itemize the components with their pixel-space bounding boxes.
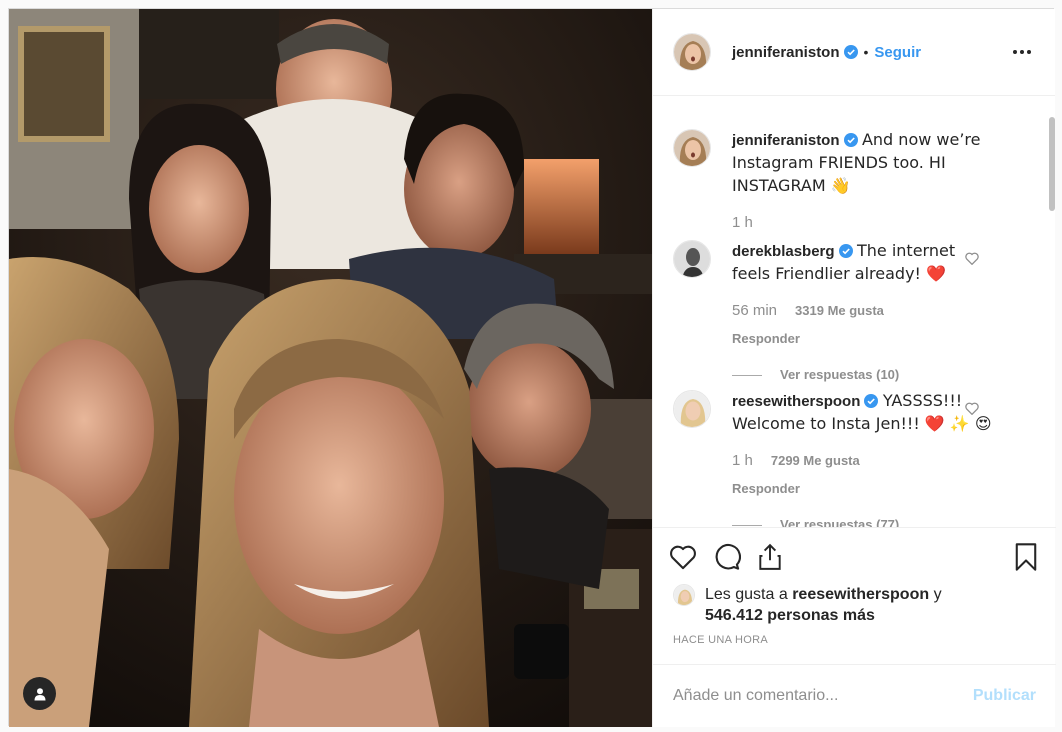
comment-icon[interactable] xyxy=(713,543,741,571)
view-replies-button[interactable]: Ver respuestas (10) xyxy=(732,364,997,386)
share-icon[interactable] xyxy=(757,543,783,571)
publish-button[interactable]: Publicar xyxy=(973,687,1036,705)
verified-badge-icon xyxy=(843,45,858,59)
commenter-avatar[interactable] xyxy=(673,240,711,278)
comment-like-icon[interactable] xyxy=(965,252,979,265)
comment-likes[interactable]: 3319 Me gusta xyxy=(795,300,884,322)
verified-badge-icon xyxy=(843,133,858,147)
view-replies-button[interactable]: Ver respuestas (77) xyxy=(732,514,997,527)
commenter-username[interactable]: derekblasberg xyxy=(732,243,835,260)
action-bar xyxy=(669,540,1038,574)
author-username[interactable]: jenniferaniston xyxy=(732,44,840,61)
commenter-username[interactable]: reesewitherspoon xyxy=(732,393,860,410)
heart-icon[interactable] xyxy=(669,544,697,570)
comment-time[interactable]: 56 min xyxy=(732,300,777,322)
likes-prefix: Les gusta a xyxy=(705,586,788,603)
selfie-image xyxy=(9,9,652,727)
header-separator: • xyxy=(863,44,869,60)
scrollbar-thumb[interactable] xyxy=(1049,117,1055,211)
liker-username[interactable]: reesewitherspoon xyxy=(792,586,929,603)
view-replies-label: Ver respuestas (10) xyxy=(780,367,900,382)
commenter-avatar[interactable] xyxy=(673,390,711,428)
comment-likes[interactable]: 7299 Me gusta xyxy=(771,450,860,472)
post-actions-section: Les gusta a reesewitherspoon y 546.412 p… xyxy=(653,527,1056,664)
caption-username[interactable]: jenniferaniston xyxy=(732,132,840,149)
comment-input[interactable] xyxy=(673,687,973,705)
caption-time[interactable]: 1 h xyxy=(732,212,753,234)
post-side-panel: jenniferaniston • Seguir jenniferaniston… xyxy=(652,9,1056,727)
bookmark-icon[interactable] xyxy=(1014,542,1038,572)
likes-summary: Les gusta a reesewitherspoon y 546.412 p… xyxy=(673,584,942,626)
tagged-users-button[interactable] xyxy=(23,677,56,710)
verified-badge-icon xyxy=(838,244,853,258)
comments-scrollbar[interactable] xyxy=(1048,97,1056,527)
reply-button[interactable]: Responder xyxy=(732,328,997,350)
liker-avatar[interactable] xyxy=(673,584,695,606)
caption-avatar[interactable] xyxy=(673,129,711,167)
comments-list[interactable]: jenniferaniston And now we’re Instagram … xyxy=(653,97,1056,527)
likes-others[interactable]: 546.412 personas más xyxy=(705,607,875,624)
comment-time[interactable]: 1 h xyxy=(732,450,753,472)
user-tag-icon xyxy=(34,687,45,700)
caption-item: jenniferaniston And now we’re Instagram … xyxy=(673,129,1013,234)
follow-button[interactable]: Seguir xyxy=(874,44,921,61)
divider xyxy=(732,374,762,376)
view-replies-label: Ver respuestas (77) xyxy=(780,517,900,527)
author-avatar[interactable] xyxy=(673,33,711,71)
divider xyxy=(732,524,762,526)
comment-item: reesewitherspoon YASSSS!!! Welcome to In… xyxy=(673,390,1013,527)
comment-item: derekblasberg The internet feels Friendl… xyxy=(673,240,1013,386)
post-header: jenniferaniston • Seguir xyxy=(653,9,1055,96)
more-options-icon[interactable] xyxy=(1009,46,1035,58)
comment-like-icon[interactable] xyxy=(965,402,979,415)
likes-joiner: y xyxy=(933,586,942,603)
post-modal: jenniferaniston • Seguir jenniferaniston… xyxy=(8,8,1056,727)
post-timestamp[interactable]: HACE UNA HORA xyxy=(673,634,768,646)
verified-badge-icon xyxy=(864,394,879,408)
add-comment-form: Publicar xyxy=(653,664,1056,727)
reply-button[interactable]: Responder xyxy=(732,478,997,500)
post-photo[interactable] xyxy=(9,9,652,727)
